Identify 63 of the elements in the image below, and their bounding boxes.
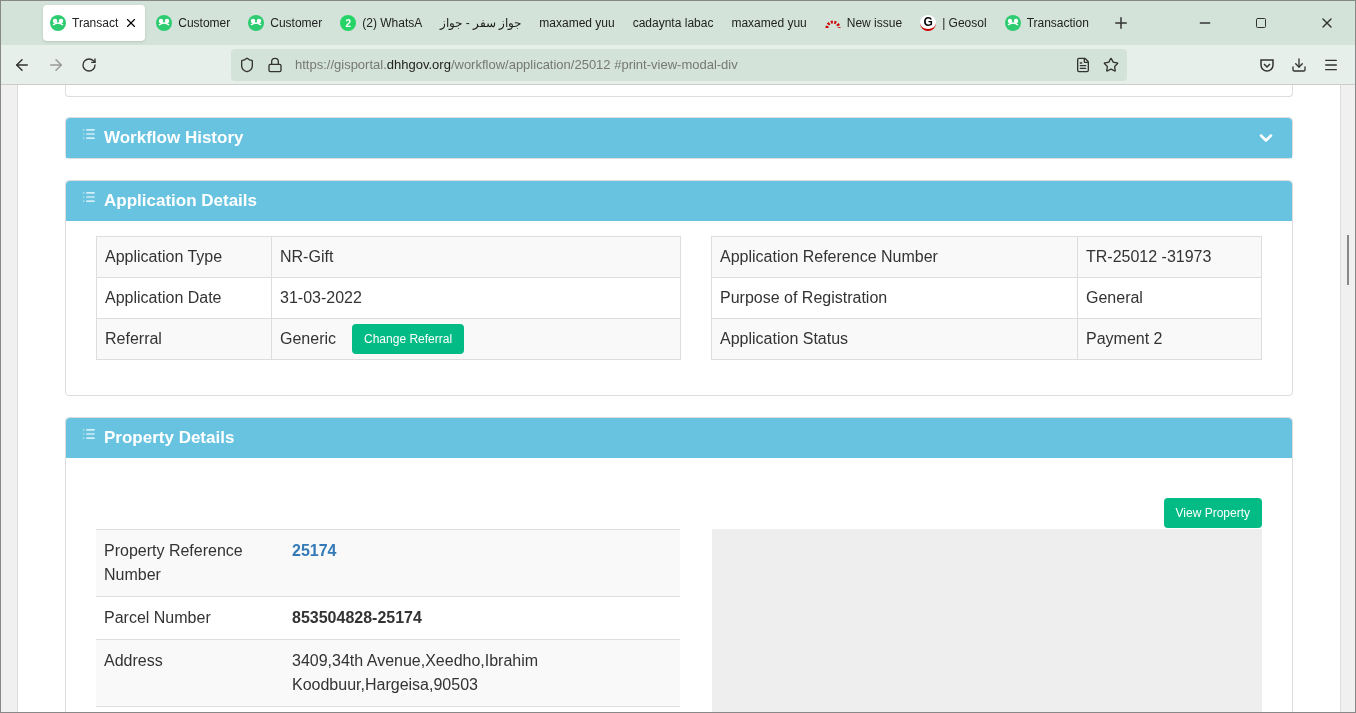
label-cell: Application Status	[711, 318, 1078, 360]
value-cell-text: General	[1086, 288, 1143, 308]
list-icon	[82, 190, 96, 204]
pocket-icon[interactable]	[1259, 56, 1275, 73]
tab-title: Transaction	[1026, 15, 1089, 32]
browser-tab[interactable]: Customer	[149, 5, 238, 41]
scrollbar-thumb[interactable]	[1347, 235, 1349, 285]
frog-icon	[1004, 15, 1021, 31]
browser-tab[interactable]: Transact	[43, 5, 146, 41]
frog-icon	[248, 15, 265, 31]
browser-tab[interactable]: 2 (2) WhatsA	[333, 5, 430, 41]
browser-tab[interactable]: cadaynta labac	[625, 5, 721, 41]
label-cell: Application Date	[96, 277, 272, 319]
value-cell-text: NR-Gift	[280, 247, 334, 267]
browser-tab[interactable]: maxamed yuu	[532, 5, 622, 41]
label-cell: Address	[96, 639, 284, 707]
label-cell: Parcel Number	[96, 596, 284, 640]
letter-logo-icon: G	[920, 15, 937, 31]
address-bar[interactable]: https://gisportal.dhhgov.org/workflow/application/25012 #print-view-modal-div	[231, 48, 1127, 81]
tab-title: جواز سفر - جواز	[440, 15, 522, 32]
reload-icon[interactable]	[81, 56, 97, 73]
reader-view-icon[interactable]	[1075, 56, 1091, 73]
browser-tab[interactable]: maxamed yuu	[724, 5, 814, 41]
panel-title: Application Details	[104, 190, 258, 213]
label-cell: Purpose of Registration	[711, 277, 1078, 319]
maximize-icon[interactable]	[1255, 17, 1267, 29]
label-cell: Application Type	[96, 236, 272, 278]
panel-title: Property Details	[104, 427, 235, 450]
tab-title: maxamed yuu	[539, 15, 615, 32]
browser-tab[interactable]: Customer	[241, 5, 330, 41]
value-cell: 3409,34th Avenue,Xeedho,Ibrahim Koodbuur,Hargeisa,90503	[292, 652, 539, 693]
value-cell-text: TR-25012 -31973	[1086, 247, 1212, 267]
tab-title: (2) WhatsA	[362, 15, 423, 32]
label-cell: Referral	[96, 318, 272, 360]
property-reference-link[interactable]: 25174	[292, 542, 337, 559]
panel-title: Workflow History	[104, 127, 244, 150]
browser-tab[interactable]: Transaction	[997, 5, 1096, 41]
browser-tab[interactable]: جواز سفر - جواز	[433, 5, 529, 41]
tab-title: | Geosol	[942, 15, 987, 32]
frog-icon	[50, 15, 66, 31]
tab-title: Customer	[178, 15, 231, 32]
browser-tab[interactable]: New issue	[817, 5, 910, 41]
value-cell: 853504828-25174	[292, 609, 422, 626]
value-cell-text: Generic	[280, 329, 337, 349]
download-icon[interactable]	[1291, 56, 1307, 73]
label-cell: Property Reference Number	[96, 529, 284, 597]
bookmark-star-icon[interactable]	[1103, 56, 1119, 73]
tab-title: Transact	[72, 15, 119, 32]
browser-tab[interactable]: G | Geosol	[913, 5, 994, 41]
shield-icon[interactable]	[239, 56, 255, 73]
list-icon	[82, 127, 96, 141]
url-text: https://gisportal.dhhgov.org/workflow/application/25012 #print-view-modal-div	[295, 55, 738, 74]
value-cell-text: Payment 2	[1086, 329, 1163, 349]
tab-title: cadaynta labac	[632, 15, 714, 32]
tab-title: maxamed yuu	[731, 15, 807, 32]
chat-badge-icon: 2	[340, 15, 357, 31]
tab-title: Customer	[270, 15, 323, 32]
label-cell: Application Reference Number	[711, 236, 1078, 278]
tab-title: New issue	[846, 15, 903, 32]
lock-icon[interactable]	[267, 56, 283, 73]
value-cell-text: 31-03-2022	[280, 288, 362, 308]
frog-icon	[156, 15, 173, 31]
list-icon	[82, 427, 96, 441]
